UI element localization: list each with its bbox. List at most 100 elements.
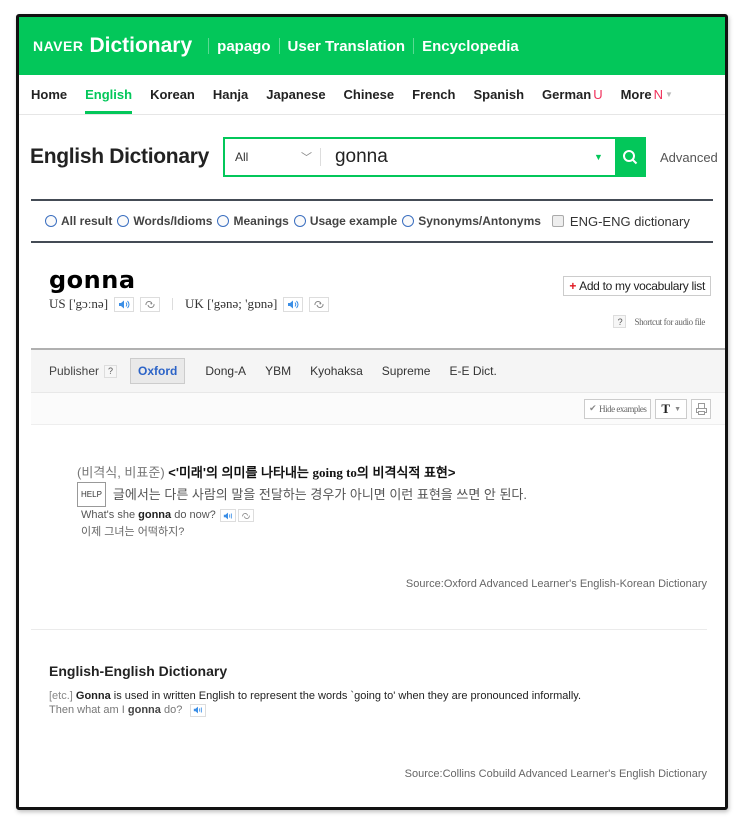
- example-text: What's she: [81, 509, 136, 521]
- help-icon[interactable]: ?: [104, 364, 118, 378]
- search-button[interactable]: [614, 139, 645, 175]
- publisher-label-text: Publisher: [49, 364, 100, 378]
- tab-ee-dict[interactable]: E-E Dict.: [449, 364, 496, 378]
- nav-chinese[interactable]: Chinese: [344, 75, 395, 115]
- user-translation-link[interactable]: User Translation: [288, 38, 406, 55]
- caret-down-icon: ▼: [665, 90, 673, 100]
- audio-shortcut-help[interactable]: ? Shortcut for audio file: [613, 315, 705, 328]
- oxford-definition-section: (비격식, 비표준) <'미래'의 의미를 나타내는 going to의 비격식…: [31, 425, 707, 630]
- filter-label: ENG-ENG dictionary: [569, 213, 690, 229]
- definition-text: is used in written English to represent …: [110, 690, 582, 702]
- help-icon[interactable]: ?: [613, 315, 627, 328]
- uk-ipa: ['gənə; 'gɒnə]: [207, 296, 278, 311]
- filter-all-result[interactable]: All result: [45, 214, 112, 228]
- radio-button[interactable]: [117, 215, 130, 227]
- nav-home[interactable]: Home: [31, 75, 67, 115]
- search-input[interactable]: [320, 139, 595, 175]
- filter-label: Synonyms/Antonyms: [418, 214, 541, 228]
- meaning-english: going to: [312, 465, 357, 480]
- meaning-prefix: <'미래'의 의미를 나타내는: [168, 465, 313, 480]
- example-repeat-audio-button[interactable]: [237, 509, 254, 522]
- nav-label: Japanese: [266, 86, 326, 102]
- papago-link[interactable]: papago: [217, 38, 270, 55]
- example-keyword: gonna: [138, 509, 172, 521]
- speaker-icon: [223, 512, 232, 519]
- divider: [172, 298, 174, 310]
- tab-supreme[interactable]: Supreme: [382, 364, 431, 378]
- radio-button[interactable]: [402, 215, 415, 227]
- speaker-icon: [288, 300, 299, 308]
- radio-button[interactable]: [45, 215, 57, 227]
- filter-meanings[interactable]: Meanings: [217, 214, 289, 228]
- top-header: NAVER Dictionary papago User Translation…: [19, 17, 725, 75]
- example-text: Then what am I: [49, 704, 125, 716]
- add-to-vocabulary-button[interactable]: + Add to my vocabulary list: [563, 276, 711, 296]
- encyclopedia-link[interactable]: Encyclopedia: [422, 38, 519, 55]
- tab-kyohaksa[interactable]: Kyohaksa: [310, 364, 363, 378]
- hide-examples-label: Hide examples: [599, 403, 647, 414]
- advanced-search-link[interactable]: Advanced: [660, 150, 718, 165]
- radio-button[interactable]: [293, 215, 306, 227]
- speaker-icon: [194, 706, 203, 714]
- nav-label: French: [412, 86, 456, 102]
- filter-usage-example[interactable]: Usage example: [293, 214, 398, 228]
- help-text: 글에서는 다른 사람의 말을 전달하는 경우가 아니면 이런 표현을 쓰면 안 …: [112, 487, 528, 502]
- uk-play-audio-button[interactable]: [283, 296, 304, 312]
- nav-more[interactable]: More N ▼: [621, 75, 673, 115]
- us-play-audio-button[interactable]: [114, 296, 135, 312]
- tab-ybm[interactable]: YBM: [265, 364, 291, 378]
- divider: [413, 38, 415, 54]
- us-repeat-audio-button[interactable]: [140, 296, 161, 312]
- tab-dong-a[interactable]: Dong-A: [205, 364, 246, 378]
- nav-german[interactable]: German U: [542, 75, 603, 115]
- autocomplete-toggle-icon[interactable]: ▼: [594, 152, 603, 162]
- update-badge: U: [593, 86, 603, 102]
- checkmark-icon: ✔: [589, 403, 597, 413]
- nav-label: Hanja: [212, 86, 249, 102]
- search-icon: [622, 150, 638, 165]
- nav-spanish[interactable]: Spanish: [473, 75, 524, 115]
- naver-logo[interactable]: NAVER: [33, 38, 83, 54]
- shortcut-label: Shortcut for audio file: [634, 316, 705, 327]
- dictionary-window: NAVER Dictionary papago User Translation…: [16, 14, 728, 810]
- filter-label: Usage example: [309, 214, 398, 228]
- example-text: do?: [163, 704, 183, 716]
- print-button[interactable]: [691, 398, 711, 419]
- search-scope-select[interactable]: All ﹀: [225, 149, 320, 165]
- definition-keyword: Gonna: [75, 690, 111, 702]
- font-size-button[interactable]: T ▼: [655, 398, 687, 419]
- filter-label: All result: [61, 214, 113, 228]
- english-english-section: English-English Dictionary [etc.] Gonna …: [19, 630, 707, 790]
- nav-english[interactable]: English: [85, 75, 132, 115]
- uk-label: UK: [185, 296, 204, 311]
- speaker-icon: [119, 300, 130, 308]
- filter-words-idioms[interactable]: Words/Idioms: [117, 214, 212, 228]
- filter-eng-eng[interactable]: ENG-ENG dictionary: [546, 214, 690, 229]
- tab-oxford[interactable]: Oxford: [130, 358, 186, 384]
- hide-examples-button[interactable]: ✔ Hide examples: [584, 398, 652, 419]
- nav-korean[interactable]: Korean: [150, 75, 195, 115]
- example-play-audio-button[interactable]: [219, 509, 236, 522]
- radio-button[interactable]: [217, 215, 230, 227]
- example-translation: 이제 그녀는 어떡하지?: [81, 526, 185, 538]
- filter-synonyms-antonyms[interactable]: Synonyms/Antonyms: [402, 214, 541, 228]
- new-badge: N: [653, 86, 664, 102]
- filter-label: Words/Idioms: [133, 214, 213, 228]
- source-credit: Source:Collins Cobuild Advanced Learner'…: [404, 768, 707, 780]
- source-credit: Source:Oxford Advanced Learner's English…: [405, 578, 707, 590]
- view-toolbar: ✔ Hide examples T ▼: [31, 392, 725, 425]
- repeat-icon: [242, 512, 250, 519]
- nav-label: Korean: [150, 86, 195, 102]
- nav-japanese[interactable]: Japanese: [266, 75, 325, 115]
- repeat-icon: [145, 300, 155, 308]
- uk-repeat-audio-button[interactable]: [309, 296, 330, 312]
- checkbox[interactable]: [551, 215, 564, 227]
- repeat-icon: [314, 300, 324, 308]
- nav-hanja[interactable]: Hanja: [213, 75, 248, 115]
- example-sentence: What's she gonna do now?: [81, 507, 707, 524]
- dictionary-logo[interactable]: Dictionary: [89, 34, 192, 58]
- section-title[interactable]: English Dictionary: [30, 145, 209, 169]
- nav-french[interactable]: French: [412, 75, 455, 115]
- font-icon: T: [661, 400, 671, 416]
- example-play-audio-button[interactable]: [190, 703, 207, 717]
